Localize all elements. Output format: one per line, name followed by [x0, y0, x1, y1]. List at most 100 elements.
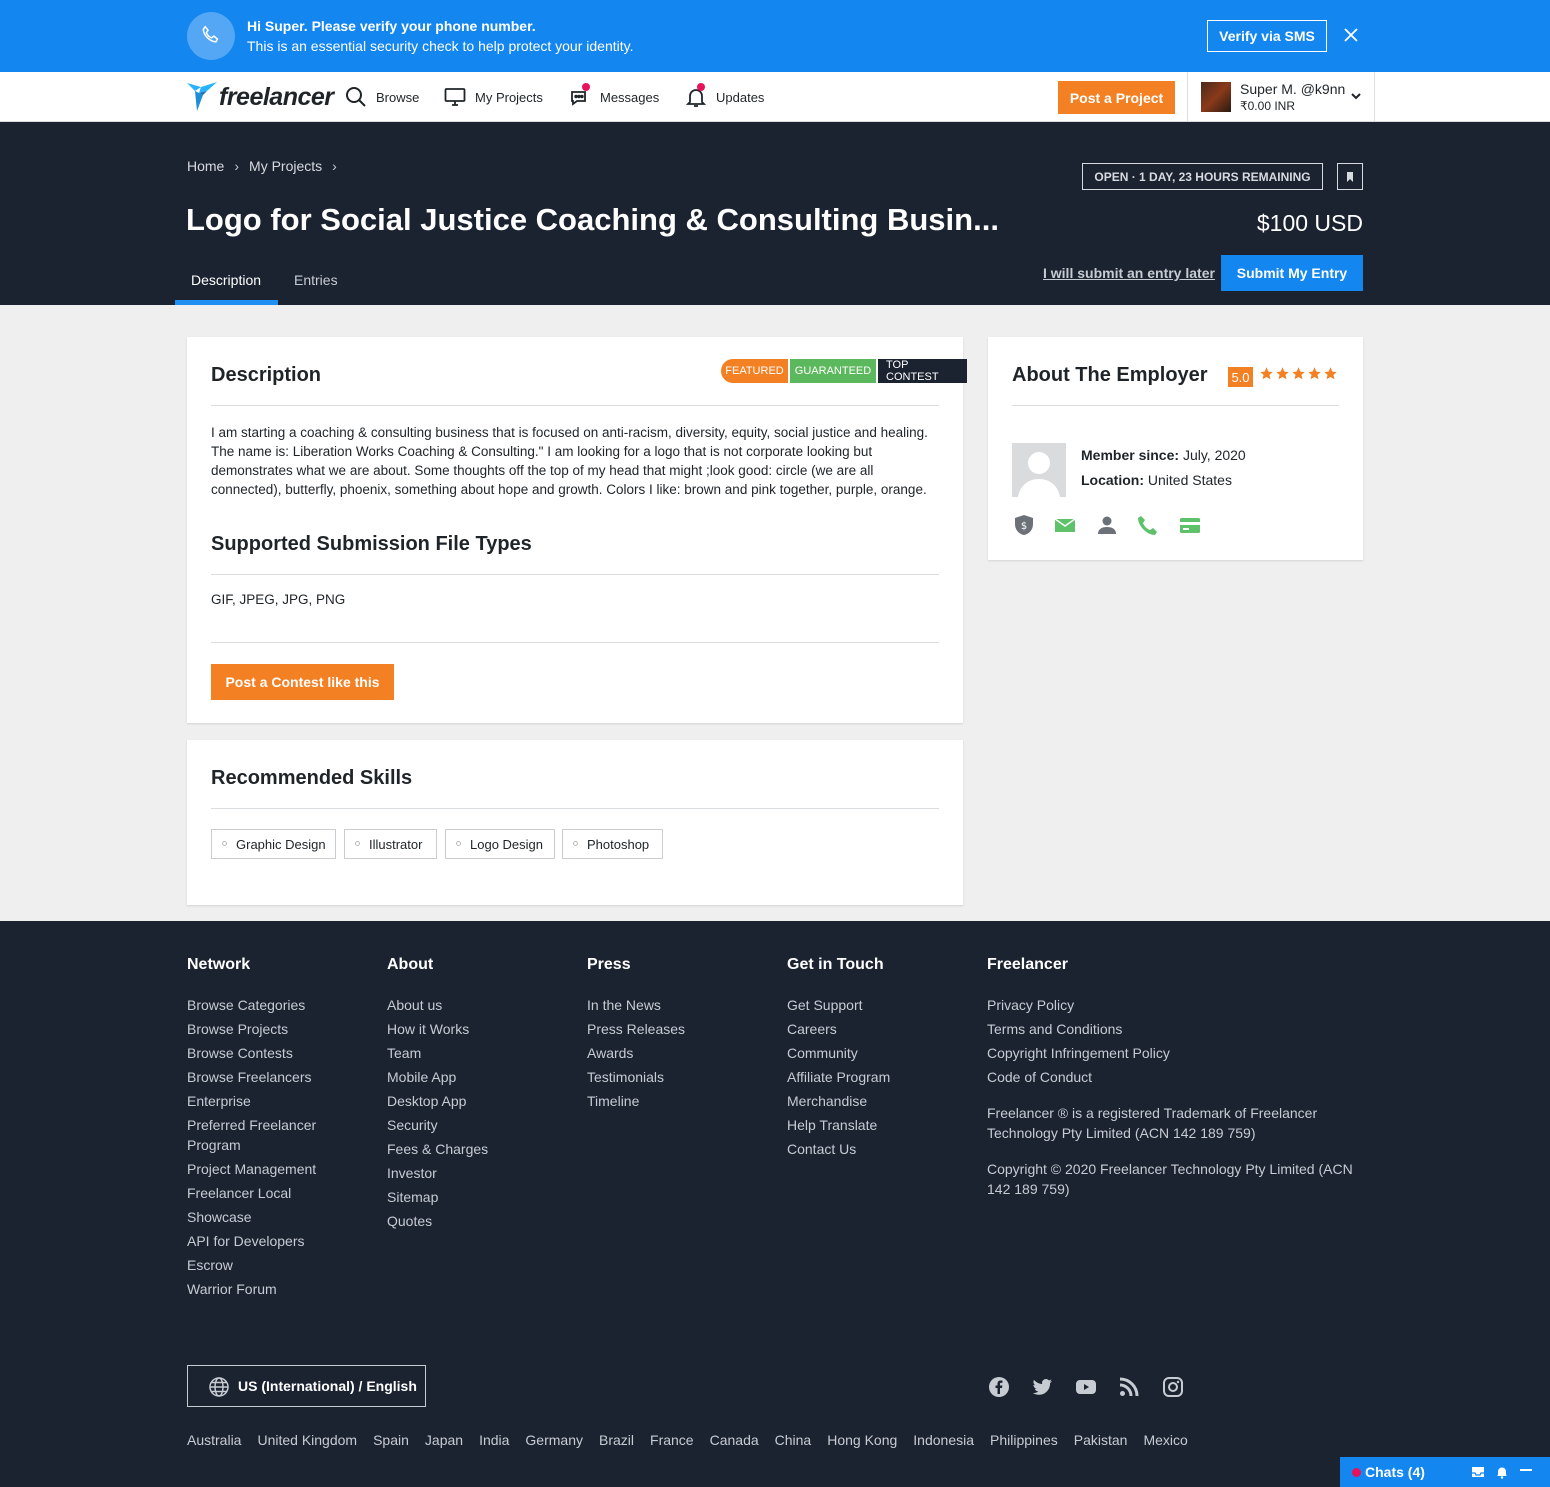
- footer-link[interactable]: Sitemap: [387, 1187, 577, 1207]
- search-icon: [346, 87, 366, 107]
- country-link[interactable]: Mexico: [1143, 1432, 1187, 1448]
- footer-link[interactable]: Project Management: [187, 1159, 377, 1179]
- facebook-icon[interactable]: [988, 1376, 1010, 1398]
- footer-link[interactable]: How it Works: [387, 1019, 577, 1039]
- country-link[interactable]: Japan: [425, 1432, 463, 1448]
- nav-messages[interactable]: Messages: [569, 83, 659, 108]
- footer-link[interactable]: Preferred Freelancer Program: [187, 1115, 327, 1155]
- footer-link[interactable]: Browse Freelancers: [187, 1067, 377, 1087]
- submit-entry-button[interactable]: Submit My Entry: [1221, 255, 1363, 291]
- footer-link[interactable]: Help Translate: [787, 1115, 977, 1135]
- filetypes-list: GIF, JPEG, JPG, PNG: [211, 592, 346, 607]
- footer-link[interactable]: Investor: [387, 1163, 577, 1183]
- tab-entries[interactable]: Entries: [294, 272, 338, 288]
- freelancer-logo[interactable]: freelancer: [187, 80, 334, 114]
- breadcrumb: Home › My Projects ›: [187, 158, 337, 174]
- footer-link[interactable]: Privacy Policy: [987, 995, 1363, 1015]
- skill-tag[interactable]: Graphic Design: [211, 829, 336, 859]
- footer-link[interactable]: Showcase: [187, 1207, 377, 1227]
- nav-updates[interactable]: Updates: [685, 83, 764, 108]
- bookmark-button[interactable]: [1337, 163, 1363, 190]
- country-link[interactable]: Indonesia: [913, 1432, 974, 1448]
- footer-link[interactable]: Fees & Charges: [387, 1139, 577, 1159]
- youtube-icon[interactable]: [1075, 1376, 1097, 1398]
- copyright-text: Copyright © 2020 Freelancer Technology P…: [987, 1161, 1353, 1197]
- skill-tag[interactable]: Photoshop: [562, 829, 663, 859]
- footer-link[interactable]: Terms and Conditions: [987, 1019, 1363, 1039]
- footer-link[interactable]: API for Developers: [187, 1231, 377, 1251]
- country-link[interactable]: China: [775, 1432, 812, 1448]
- footer-link[interactable]: Warrior Forum: [187, 1279, 377, 1299]
- bookmark-icon: [1347, 171, 1353, 182]
- footer-link[interactable]: Mobile App: [387, 1067, 577, 1087]
- featured-badge: FEATURED: [721, 359, 788, 383]
- nav-my-projects[interactable]: My Projects: [444, 86, 543, 108]
- location-value: United States: [1147, 472, 1232, 488]
- footer-link[interactable]: Affiliate Program: [787, 1067, 977, 1087]
- footer-heading: Freelancer: [987, 956, 1068, 973]
- post-project-button[interactable]: Post a Project: [1058, 81, 1175, 114]
- footer-heading: Get in Touch: [787, 956, 884, 973]
- footer-link[interactable]: Browse Categories: [187, 995, 377, 1015]
- skill-tag[interactable]: Logo Design: [445, 829, 555, 859]
- footer-link[interactable]: Browse Contests: [187, 1043, 377, 1063]
- breadcrumb-home[interactable]: Home: [187, 158, 224, 174]
- footer-link[interactable]: Freelancer Local: [187, 1183, 377, 1203]
- star-icon: [1308, 367, 1321, 380]
- employer-avatar[interactable]: [1012, 443, 1066, 497]
- footer-link[interactable]: Team: [387, 1043, 577, 1063]
- nav-browse[interactable]: Browse: [345, 86, 419, 108]
- footer-link[interactable]: Desktop App: [387, 1091, 577, 1111]
- footer-link[interactable]: Timeline: [587, 1091, 777, 1111]
- footer-link[interactable]: Security: [387, 1115, 577, 1135]
- country-link[interactable]: Philippines: [990, 1432, 1058, 1448]
- verify-sms-button[interactable]: Verify via SMS: [1207, 20, 1327, 52]
- footer-link[interactable]: Testimonials: [587, 1067, 777, 1087]
- country-link[interactable]: France: [650, 1432, 694, 1448]
- footer-link[interactable]: Awards: [587, 1043, 777, 1063]
- country-link[interactable]: Canada: [710, 1432, 759, 1448]
- breadcrumb-my-projects[interactable]: My Projects: [249, 158, 322, 174]
- footer-link[interactable]: Press Releases: [587, 1019, 777, 1039]
- footer-link[interactable]: Code of Conduct: [987, 1067, 1363, 1087]
- twitter-icon[interactable]: [1031, 1376, 1053, 1398]
- post-contest-button[interactable]: Post a Contest like this: [211, 664, 394, 700]
- tab-description[interactable]: Description: [191, 272, 261, 288]
- country-link[interactable]: United Kingdom: [257, 1432, 357, 1448]
- country-link[interactable]: Brazil: [599, 1432, 634, 1448]
- user-menu[interactable]: Super M. @k9nn ₹0.00 INR: [1187, 72, 1375, 122]
- submit-later-link[interactable]: I will submit an entry later: [1043, 265, 1215, 281]
- inbox-icon[interactable]: [1471, 1465, 1485, 1479]
- footer-link[interactable]: Merchandise: [787, 1091, 977, 1111]
- country-link[interactable]: Pakistan: [1074, 1432, 1128, 1448]
- country-link[interactable]: India: [479, 1432, 509, 1448]
- filetypes-heading: Supported Submission File Types: [211, 533, 532, 555]
- footer-link[interactable]: Community: [787, 1043, 977, 1063]
- minimize-icon[interactable]: [1519, 1465, 1533, 1479]
- language-selector[interactable]: US (International) / English: [187, 1365, 426, 1407]
- skill-tag[interactable]: Illustrator: [344, 829, 437, 859]
- country-link[interactable]: Spain: [373, 1432, 409, 1448]
- footer-link[interactable]: In the News: [587, 995, 777, 1015]
- user-avatar: [1201, 82, 1231, 112]
- chats-widget[interactable]: Chats (4): [1340, 1457, 1550, 1487]
- footer-link[interactable]: Browse Projects: [187, 1019, 377, 1039]
- bell-icon[interactable]: [1495, 1465, 1509, 1479]
- footer-link[interactable]: Quotes: [387, 1211, 577, 1231]
- footer-link[interactable]: Get Support: [787, 995, 977, 1015]
- country-link[interactable]: Australia: [187, 1432, 241, 1448]
- chevron-down-icon: [1351, 93, 1361, 100]
- footer-link[interactable]: Contact Us: [787, 1139, 977, 1159]
- footer-link[interactable]: Enterprise: [187, 1091, 377, 1111]
- close-icon[interactable]: [1340, 24, 1362, 46]
- description-heading: Description: [211, 364, 322, 386]
- rss-icon[interactable]: [1118, 1376, 1140, 1398]
- country-link[interactable]: Hong Kong: [827, 1432, 897, 1448]
- instagram-icon[interactable]: [1162, 1376, 1184, 1398]
- footer-link[interactable]: Copyright Infringement Policy: [987, 1043, 1363, 1063]
- country-link[interactable]: Germany: [525, 1432, 583, 1448]
- footer-link[interactable]: Careers: [787, 1019, 977, 1039]
- skills-card: [187, 740, 963, 905]
- footer-link[interactable]: Escrow: [187, 1255, 377, 1275]
- footer-link[interactable]: About us: [387, 995, 577, 1015]
